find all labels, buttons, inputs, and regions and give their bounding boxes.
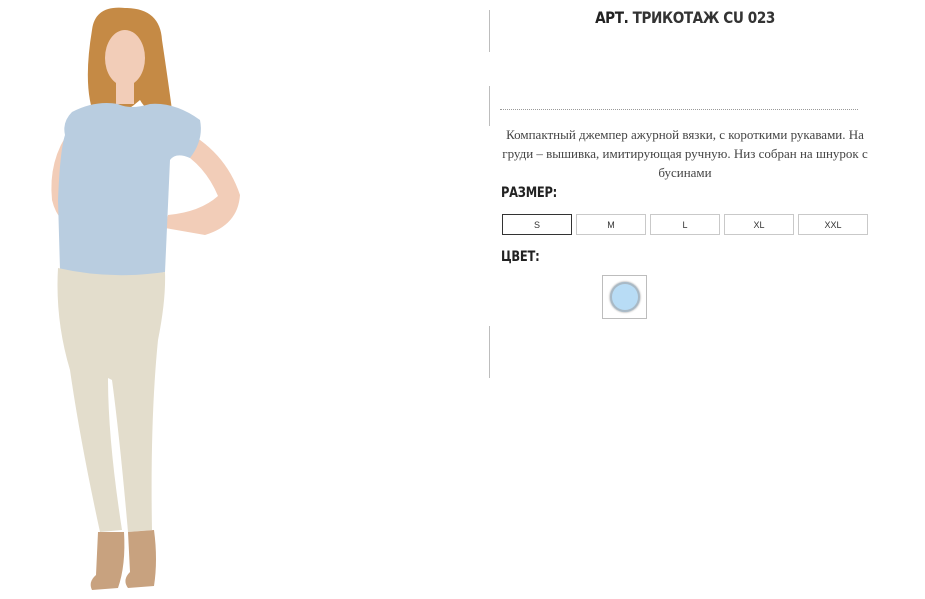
divider-line-top	[489, 10, 490, 52]
model-face	[105, 30, 145, 86]
size-label: РАЗМЕР:	[501, 185, 558, 201]
model-neck	[116, 82, 134, 104]
model-right-shoe	[125, 530, 156, 588]
size-option-s[interactable]: S	[502, 214, 572, 235]
product-photo	[51, 7, 240, 590]
divider-line-bottom	[489, 326, 490, 378]
color-swatch-dot	[609, 282, 640, 312]
color-swatch-button[interactable]	[602, 275, 647, 319]
product-title-prefix: АРТ.	[595, 8, 629, 27]
product-title: АРТ. ТРИКОТАЖ CU 023	[528, 8, 843, 27]
product-page: АРТ. ТРИКОТАЖ CU 023 Компактный джемпер …	[0, 0, 925, 599]
dotted-separator	[500, 109, 858, 110]
size-option-l[interactable]: L	[650, 214, 720, 235]
product-title-name: ТРИКОТАЖ CU 023	[632, 8, 776, 27]
size-option-xxl[interactable]: XXL	[798, 214, 868, 235]
size-option-m[interactable]: M	[576, 214, 646, 235]
model-pants	[57, 268, 166, 532]
divider-line-middle	[489, 86, 490, 126]
product-description: Компактный джемпер ажурной вязки, с коро…	[502, 127, 868, 180]
size-selector: S M L XL XXL	[502, 214, 868, 235]
color-label: ЦВЕТ:	[501, 249, 540, 265]
model-left-shoe	[90, 532, 125, 590]
model-shirt	[58, 103, 201, 277]
size-option-xl[interactable]: XL	[724, 214, 794, 235]
